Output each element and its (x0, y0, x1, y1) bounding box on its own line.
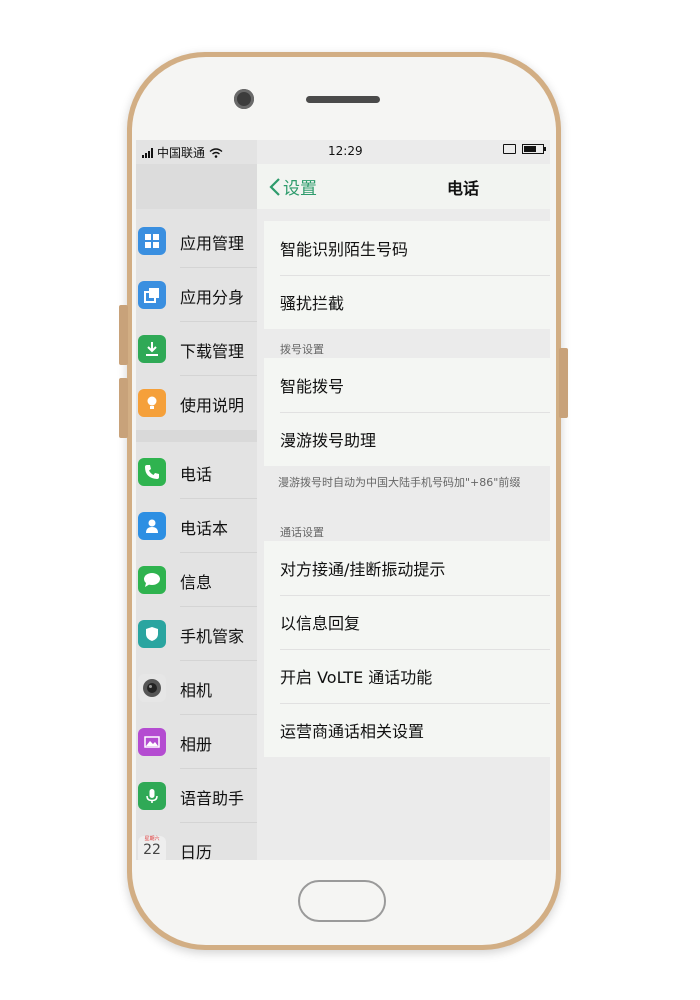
row-smart-dial[interactable]: 智能拨号 (264, 358, 550, 412)
contacts-icon (138, 512, 166, 540)
back-button[interactable]: 设置 (269, 174, 317, 199)
sidebar-item-app-manager[interactable]: 应用管理 (136, 214, 257, 268)
sidebar-item-label: 信息 (180, 573, 213, 592)
sidebar-item-camera[interactable]: 相机 (136, 661, 257, 715)
row-harassment-blocking[interactable]: 骚扰拦截 (264, 275, 550, 329)
row-roaming-dial-assistant[interactable]: 漫游拨号助理 (264, 412, 550, 466)
power-button[interactable] (559, 348, 568, 418)
status-right (503, 144, 546, 154)
section-header-call: 通话设置 (280, 526, 324, 539)
calendar-day: 22 (143, 842, 161, 858)
app-manager-icon (138, 227, 166, 255)
sidebar-item-label: 应用分身 (180, 288, 245, 307)
row-label: 智能拨号 (280, 377, 345, 396)
settings-group-dial: 智能拨号 漫游拨号助理 (264, 358, 550, 466)
row-smart-identify-unknown-numbers[interactable]: 智能识别陌生号码 (264, 221, 550, 275)
shield-icon (138, 620, 166, 648)
row-label: 以信息回复 (280, 614, 361, 633)
earpiece-speaker (306, 96, 380, 103)
sidebar-item-label: 相机 (180, 681, 213, 700)
row-label: 骚扰拦截 (280, 294, 345, 313)
message-icon (138, 566, 166, 594)
sidebar-item-download-manager[interactable]: 下载管理 (136, 322, 257, 376)
back-label: 设置 (283, 179, 317, 199)
row-label: 开启 VoLTE 通话功能 (280, 668, 433, 687)
volume-up-button[interactable] (119, 305, 128, 365)
row-label: 对方接通/挂断振动提示 (280, 560, 446, 579)
settings-group-call: 对方接通/挂断振动提示 以信息回复 开启 VoLTE 通话功能 运营商通话相关设… (264, 541, 550, 757)
sidebar-item-instructions[interactable]: 使用说明 (136, 376, 257, 430)
row-reply-with-message[interactable]: 以信息回复 (264, 595, 550, 649)
sidebar-item-label: 下载管理 (180, 342, 245, 361)
wifi-icon (209, 147, 223, 158)
signal-icon (142, 147, 153, 158)
sidebar-item-label: 相册 (180, 735, 213, 754)
screen-cast-icon (503, 144, 516, 154)
status-bar: 中国联通 12:29 (136, 140, 550, 164)
phone-icon (138, 458, 166, 486)
section-header-dial: 拨号设置 (280, 343, 324, 356)
battery-icon (522, 144, 546, 154)
carrier-name: 中国联通 (157, 146, 206, 160)
chevron-left-icon (269, 177, 280, 196)
row-label: 运营商通话相关设置 (280, 722, 425, 741)
gallery-icon (138, 728, 166, 756)
camera-icon (138, 674, 166, 702)
sidebar-item-label: 应用管理 (180, 234, 245, 253)
row-label: 漫游拨号助理 (280, 431, 377, 450)
sidebar-item-contacts[interactable]: 电话本 (136, 499, 257, 553)
phone-settings-panel: 设置 电话 智能识别陌生号码 骚扰拦截 拨号设置 智能拨号 漫游拨号助理 漫游拨… (257, 140, 550, 860)
sidebar-item-messages[interactable]: 信息 (136, 553, 257, 607)
settings-sidebar: 应用管理 应用分身 下载管理 使用说明 电话 电话本 信息 手机管家 相机 相册… (136, 140, 257, 860)
row-enable-volte[interactable]: 开启 VoLTE 通话功能 (264, 649, 550, 703)
sidebar-item-label: 电话本 (180, 519, 229, 538)
screen: 应用管理 应用分身 下载管理 使用说明 电话 电话本 信息 手机管家 相机 相册… (136, 140, 550, 860)
app-clone-icon (138, 281, 166, 309)
sidebar-item-label: 语音助手 (180, 789, 245, 808)
nav-bar: 设置 电话 (257, 164, 550, 209)
sidebar-item-phone-manager[interactable]: 手机管家 (136, 607, 257, 661)
sidebar-header (136, 164, 257, 209)
sidebar-item-label: 手机管家 (180, 627, 245, 646)
sidebar-section-gap (136, 430, 257, 442)
sidebar-item-label: 电话 (180, 465, 213, 484)
roaming-dial-hint: 漫游拨号时自动为中国大陆手机号码加"+86"前缀 (278, 476, 521, 489)
volume-down-button[interactable] (119, 378, 128, 438)
calendar-icon: 星期六 22 (138, 836, 166, 860)
sidebar-item-label: 使用说明 (180, 396, 245, 415)
page-title: 电话 (447, 179, 480, 198)
row-carrier-call-settings[interactable]: 运营商通话相关设置 (264, 703, 550, 757)
sidebar-item-calendar[interactable]: 星期六 22 日历 (136, 823, 257, 860)
status-left: 中国联通 (142, 144, 223, 161)
home-button[interactable] (298, 880, 386, 922)
sidebar-item-app-clone[interactable]: 应用分身 (136, 268, 257, 322)
row-label: 智能识别陌生号码 (280, 240, 409, 259)
status-time: 12:29 (328, 144, 363, 158)
settings-group-top: 智能识别陌生号码 骚扰拦截 (264, 221, 550, 329)
row-connect-hangup-vibration[interactable]: 对方接通/挂断振动提示 (264, 541, 550, 595)
front-camera (234, 89, 254, 109)
download-icon (138, 335, 166, 363)
lightbulb-icon (138, 389, 166, 417)
sidebar-item-voice-assistant[interactable]: 语音助手 (136, 769, 257, 823)
microphone-icon (138, 782, 166, 810)
sidebar-item-gallery[interactable]: 相册 (136, 715, 257, 769)
sidebar-item-label: 日历 (180, 843, 213, 860)
sidebar-item-phone[interactable]: 电话 (136, 445, 257, 499)
